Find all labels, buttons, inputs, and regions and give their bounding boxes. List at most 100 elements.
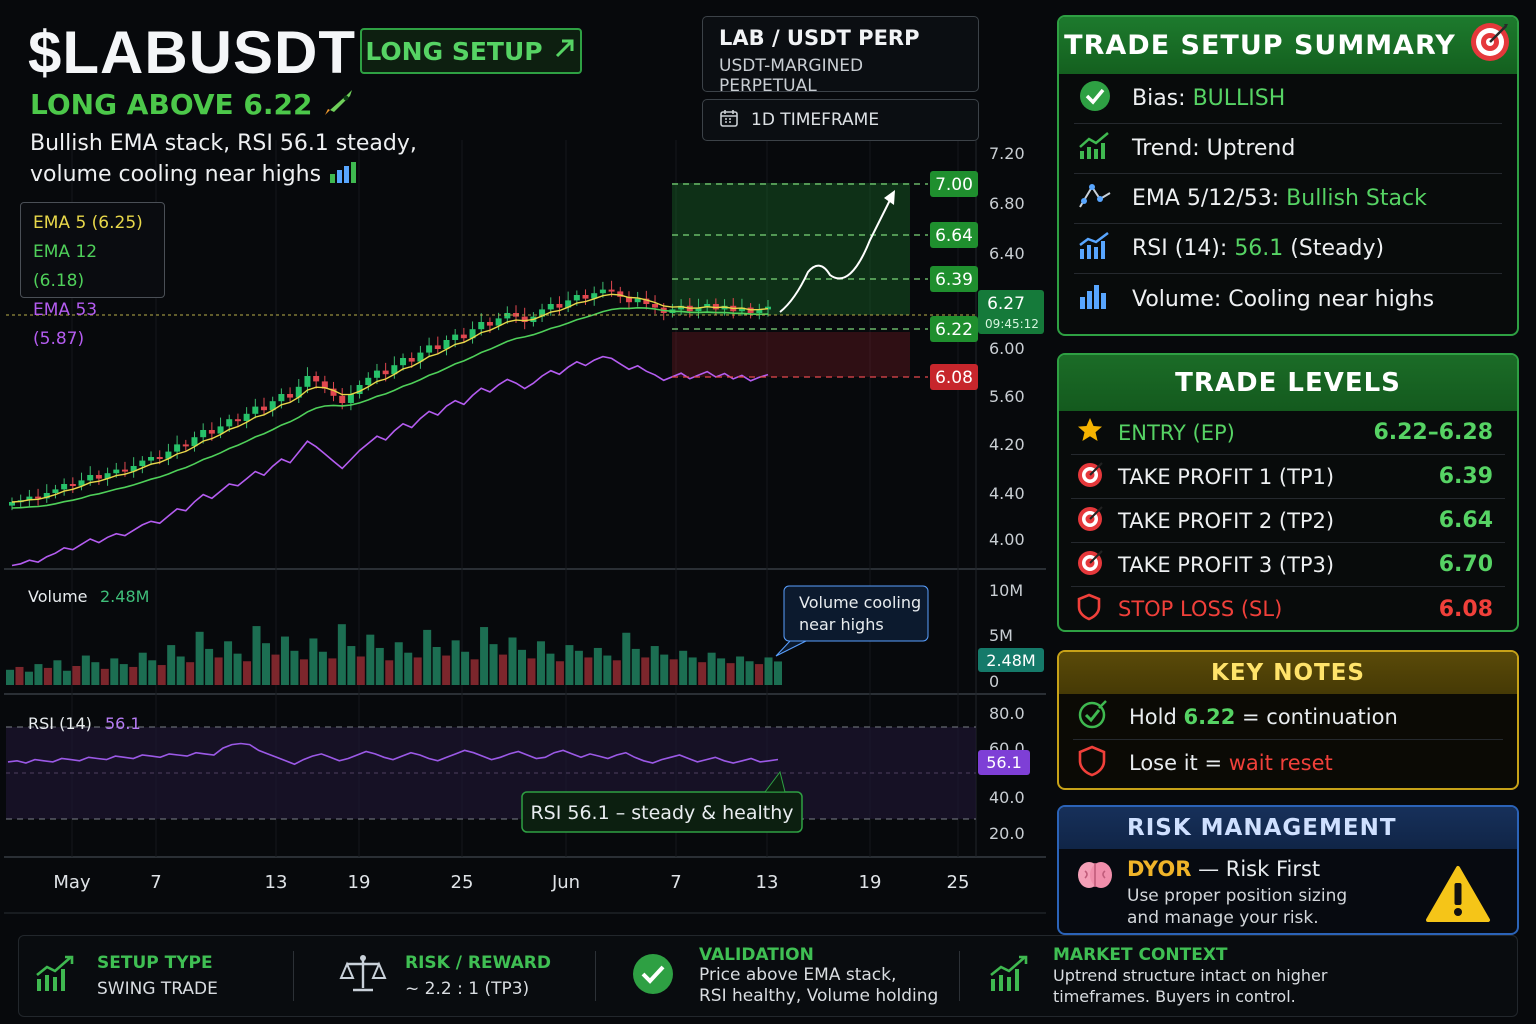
wait-reset: wait reset [1228,751,1333,775]
note-hold: Hold 6.22 = continuation [1073,694,1503,740]
level-value: 6.39 [1438,464,1493,489]
summary-volume-row: Volume: Cooling near highs [1074,274,1502,324]
level-row-tp: TAKE PROFIT 2 (TP2) 6.64 [1071,499,1505,543]
volume-bar [451,640,460,685]
level-label: ENTRY (EP) [1118,420,1235,445]
volume-bar [631,648,640,685]
candle-body [486,322,493,326]
level-value: 6.64 [1438,508,1493,533]
market-context-line-1: Uptrend structure intact on higher [1053,966,1328,985]
risk-reward-cell: RISK / REWARD ~ 2.2 : 1 (TP3) [339,936,551,1016]
volume-bar [43,667,52,685]
volume-bar [167,645,176,685]
summary-rsi-row: RSI (14): 56.1 (Steady) [1074,224,1502,274]
price-axis-tick: 6.00 [989,339,1025,358]
volume-bar [53,660,62,685]
brain-icon [1077,859,1113,895]
x-axis-tick: 25 [451,872,474,893]
volume-bar [394,642,403,685]
volume-bar [280,636,289,685]
price-axis-tick: 5.60 [989,387,1025,406]
volume-bar [717,658,726,685]
rsi-current-tag-value: 56.1 [986,753,1022,772]
volume-bar [574,650,583,685]
candle-body [113,469,120,474]
volume-bar [337,624,346,685]
candle-body [339,395,346,403]
market-context-line-2: timeframes. Buyers in control. [1053,987,1296,1006]
ema-legend-item: EMA 53 (5.87) [33,300,98,349]
notes-title: KEY NOTES [1059,652,1517,694]
candle-body [599,289,606,294]
volume-current: 2.48M [100,587,149,606]
volume-bar [546,653,555,685]
balance-scale-icon [339,954,387,998]
timeframe-selector[interactable]: 1D TIMEFRAME [702,99,979,141]
volume-bar [157,665,166,685]
target-icon [1071,504,1118,537]
volume-bar [186,662,195,685]
warning-icon [1425,865,1491,927]
level-tag-value: 6.22 [935,320,973,340]
volume-bar [432,647,441,685]
long-above-headline: LONG ABOVE 6.22 [30,88,356,121]
price-axis-tick: 4.20 [989,435,1025,454]
check-circle-icon [631,952,675,1000]
ema-crossover-icon [1074,181,1132,217]
volume-bar [480,627,489,685]
target-icon [1468,20,1512,71]
candle-body [478,322,485,330]
bar-chart-icon [328,162,357,187]
volume-bar [555,661,564,685]
market-context-title: MARKET CONTEXT [1053,945,1228,965]
volume-bar [650,646,659,685]
x-axis-tick: 13 [756,872,779,893]
volume-bar [726,663,735,685]
volume-bar [271,654,280,685]
volume-bar [593,647,602,685]
candle-body [373,370,380,378]
validation-line-2: RSI healthy, Volume holding [699,986,939,1006]
risk-reward-value: ~ 2.2 : 1 (TP3) [405,978,530,999]
volume-bar [470,659,479,685]
volume-bar [688,657,697,685]
long-setup-badge: LONG SETUP [360,28,582,74]
candle-body [278,394,285,402]
volume-bar [129,666,138,685]
candle-body [382,370,389,375]
candle-body [148,457,155,461]
dyor-label: DYOR [1127,857,1192,881]
validation-cell: VALIDATION Price above EMA stack, RSI he… [631,936,938,1016]
bottom-info-strip: SETUP TYPE SWING TRADE RISK / REWARD ~ 2… [18,935,1518,1017]
x-axis-tick: 25 [947,872,970,893]
candle-body [408,358,415,362]
volume-bar [404,652,413,685]
volume-bar [195,631,204,685]
setup-description: Bullish EMA stack, RSI 56.1 steady, volu… [30,128,430,190]
ema-legend-item: EMA 5 (6.25) [33,213,143,233]
volume-bar [745,661,754,685]
price-axis-tick: 6.80 [989,194,1025,213]
volume-bar [148,660,157,685]
current-price-value: 6.27 [987,294,1025,314]
x-axis-tick: 7 [670,872,681,893]
ticker-symbol: $LABUSDT [28,19,357,86]
level-label: TAKE PROFIT 2 (TP2) [1118,508,1335,533]
target-icon [1071,460,1118,493]
volume-bar [81,655,90,685]
volume-callout-line: Volume cooling [799,593,921,612]
long-above-label: LONG ABOVE 6.22 [30,88,313,121]
candle-body [304,376,311,387]
dyor-line: DYOR — Risk First [1127,857,1321,881]
summary-ema-row: EMA 5/12/53: Bullish Stack [1074,174,1502,224]
volume-bar [100,668,109,685]
volume-bar [233,653,242,685]
candle-body [556,304,563,308]
volume-bars-icon [1074,281,1132,317]
volume-bar [138,652,147,685]
rsi-note: (Steady) [1290,236,1385,261]
countdown-timer: 09:45:12 [985,317,1039,331]
candle-body [182,444,189,447]
volume-bar [603,655,612,685]
candle-body [156,457,163,459]
